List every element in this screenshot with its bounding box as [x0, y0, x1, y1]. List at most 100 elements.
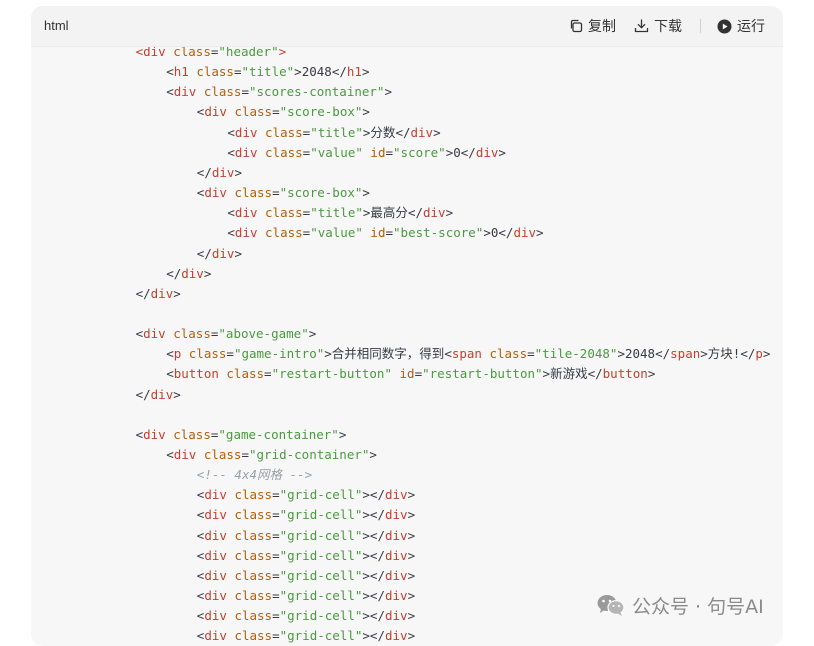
code-token: ></: [362, 527, 385, 543]
code-token: div: [204, 104, 227, 120]
code-token: "title": [310, 205, 363, 221]
code-token: >: [369, 447, 377, 462]
code-token: >: [338, 426, 347, 442]
code-token: "restart-button": [422, 366, 543, 382]
code-token: div: [204, 185, 227, 201]
code-token: class: [234, 487, 273, 503]
code-token: "score-box": [279, 104, 363, 120]
code-line: <div class="grid-cell"></div>: [197, 626, 415, 646]
run-button[interactable]: 运行: [717, 16, 765, 36]
code-token: div: [234, 225, 258, 241]
code-token: "above-game": [218, 326, 309, 342]
code-token: >: [700, 346, 708, 362]
code-line: <div class="grid-cell"></div>: [197, 606, 415, 626]
code-token: class: [234, 185, 273, 201]
code-line: </div>: [197, 163, 242, 183]
code-token: >: [362, 104, 370, 120]
code-token: "grid-cell": [279, 588, 363, 604]
code-token: =: [272, 507, 280, 523]
code-token: =: [241, 84, 249, 100]
code-token: class: [234, 628, 273, 644]
code-token: >: [407, 567, 416, 583]
code-token: </: [196, 245, 212, 261]
code-token: <: [227, 225, 235, 241]
code-token: ></: [362, 608, 385, 624]
code-token: ></: [362, 628, 385, 644]
code-token: <: [166, 346, 174, 362]
code-token: div: [204, 487, 227, 503]
copy-button[interactable]: 复制: [569, 16, 616, 36]
code-token: </: [498, 225, 514, 241]
code-token: div: [384, 588, 408, 604]
code-token: class: [265, 144, 303, 160]
code-token: =: [414, 366, 423, 382]
code-token: >: [234, 164, 242, 180]
code-token: div: [410, 124, 434, 140]
code-token: "score": [393, 144, 446, 160]
code-token: >: [407, 487, 416, 503]
code-token: >: [445, 205, 454, 221]
code-token: =: [385, 225, 394, 241]
download-icon: [634, 19, 649, 33]
code-token: <: [227, 124, 235, 140]
code-token: </: [460, 144, 476, 160]
code-token: div: [211, 245, 235, 261]
play-icon: [717, 19, 732, 33]
code-token: 最高分: [370, 205, 408, 221]
code-token: >: [203, 265, 212, 281]
code-line: <div class="value" id="best-score">0</di…: [227, 223, 543, 243]
code-token: 合并相同数字，得到: [331, 346, 445, 362]
code-actions: 复制 下载 运行: [569, 16, 765, 36]
copy-label: 复制: [588, 18, 616, 34]
code-token: class: [234, 507, 273, 523]
code-token: >: [278, 47, 287, 59]
code-token: ></: [362, 507, 385, 523]
code-line: <div class="value" id="score">0</div>: [227, 143, 506, 163]
code-token: class: [234, 527, 273, 543]
code-token: "best-score": [393, 225, 484, 241]
code-token: >: [308, 326, 317, 342]
code-token: id: [370, 144, 386, 160]
code-token: "title": [241, 64, 295, 80]
code-token: p: [755, 346, 763, 362]
code-line: <div class="grid-cell"></div>: [197, 586, 415, 606]
code-token: >: [407, 588, 416, 604]
code-token: >: [407, 527, 416, 543]
wechat-icon: [597, 595, 625, 616]
code-token: div: [173, 84, 197, 100]
code-line: <div class="above-game">: [136, 324, 317, 344]
code-token: class: [203, 84, 242, 100]
toolbar-divider: [700, 19, 701, 33]
code-token: div: [384, 547, 408, 563]
code-token: "grid-cell": [279, 527, 363, 543]
code-token: >: [361, 64, 370, 80]
code-line: <button class="restart-button" id="resta…: [166, 364, 655, 384]
code-token: div: [150, 285, 174, 301]
code-token: id: [399, 366, 415, 382]
code-token: div: [204, 507, 227, 523]
code-token: </: [655, 346, 671, 362]
code-token: >: [483, 225, 491, 241]
code-line: <div class="grid-cell"></div>: [197, 546, 415, 566]
code-token: <!-- 4x4网格 -->: [196, 467, 313, 483]
code-token: "grid-cell": [279, 547, 363, 563]
download-button[interactable]: 下载: [634, 16, 682, 36]
code-token: =: [272, 608, 280, 624]
code-token: div: [423, 205, 446, 221]
code-token: class: [173, 326, 211, 342]
code-line: <div class="grid-cell"></div>: [197, 566, 415, 586]
code-token: =: [272, 185, 280, 201]
code-token: div: [234, 205, 258, 221]
code-token: div: [384, 487, 408, 503]
code-token: =: [226, 346, 234, 362]
code-token: "scores-container": [249, 84, 385, 100]
code-token: span: [670, 346, 701, 362]
code-block-header: html 复制 下载 运行: [31, 6, 783, 47]
watermark: 公众号 · 句号AI: [596, 592, 764, 618]
code-token: <: [227, 144, 235, 160]
code-token: class: [489, 346, 528, 362]
